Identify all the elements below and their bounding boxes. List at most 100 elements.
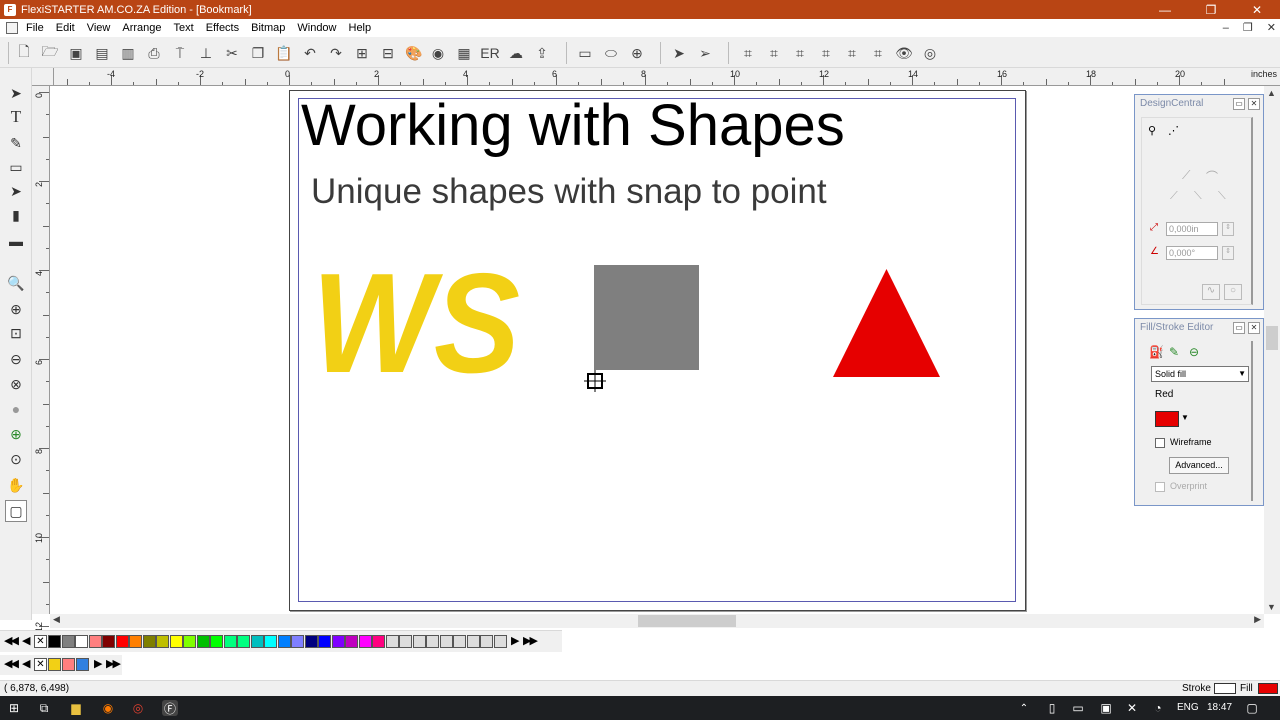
- usb-icon[interactable]: ▯: [1044, 700, 1060, 716]
- recent-color-swatch[interactable]: [62, 658, 75, 671]
- cloud-icon[interactable]: ☁: [506, 43, 526, 63]
- color-swatch[interactable]: [183, 635, 196, 648]
- pointer-tool-icon[interactable]: ➤: [5, 82, 27, 104]
- vertical-scrollbar[interactable]: ▲ ▼: [1264, 86, 1280, 614]
- menu-text[interactable]: Text: [168, 19, 200, 37]
- zoom-previous-icon[interactable]: ⊙: [5, 448, 27, 470]
- panel-minimize-button[interactable]: ▭: [1233, 98, 1245, 110]
- ellipse-shape-icon[interactable]: ⬭: [601, 43, 621, 63]
- panel-minimize-button[interactable]: ▭: [1233, 322, 1245, 334]
- snap-guides-icon[interactable]: ⌗: [764, 43, 784, 63]
- recent-prev-icon[interactable]: ◀: [22, 657, 31, 670]
- mdi-restore-button[interactable]: ❐: [1243, 19, 1253, 37]
- minimize-button[interactable]: —: [1142, 0, 1188, 19]
- vertical-ruler[interactable]: 0 2 4 6 8 10 12: [32, 86, 50, 632]
- battery-icon[interactable]: ▭: [1070, 700, 1086, 716]
- snap-points-icon[interactable]: ⌗: [816, 43, 836, 63]
- zoom-out-icon[interactable]: ⊖: [5, 348, 27, 370]
- production-icon[interactable]: ⊥: [196, 43, 216, 63]
- fill-bucket-icon[interactable]: ⛽: [1149, 345, 1164, 359]
- recent-first-icon[interactable]: ◀◀: [4, 657, 19, 670]
- pan-hand-icon[interactable]: ✋: [5, 474, 27, 496]
- color-swatch[interactable]: [129, 635, 142, 648]
- maximize-button[interactable]: ❐: [1188, 0, 1234, 19]
- scroll-up-icon[interactable]: ▲: [1267, 88, 1276, 98]
- color-grid-icon[interactable]: ▦: [454, 43, 474, 63]
- firefox-icon[interactable]: ◉: [100, 700, 116, 716]
- palette-last-icon[interactable]: ▶▶: [523, 634, 538, 647]
- color-swatch[interactable]: [75, 635, 88, 648]
- zoom-fit-icon[interactable]: ⊕: [5, 423, 27, 445]
- task-view-icon[interactable]: ⧉: [36, 700, 52, 716]
- print-icon[interactable]: ⎙: [144, 43, 164, 63]
- empty-swatch[interactable]: [493, 635, 507, 648]
- zoom-selection-icon[interactable]: ●: [5, 398, 27, 420]
- design-central-tab-icon[interactable]: ⚲: [1148, 124, 1156, 137]
- document-icon[interactable]: [6, 22, 18, 34]
- windows-start-icon[interactable]: ⊞: [6, 700, 22, 716]
- color-swatch[interactable]: [88, 635, 102, 648]
- subheading-text-object[interactable]: Unique shapes with snap to point: [311, 172, 827, 212]
- volume-icon[interactable]: ✕: [1124, 700, 1140, 716]
- design-central-node-tab-icon[interactable]: ⋰: [1168, 124, 1179, 137]
- color-swatch[interactable]: [115, 635, 129, 648]
- color-swatch[interactable]: [250, 635, 264, 648]
- red-triangle-shape[interactable]: [833, 269, 940, 377]
- color-palette-icon[interactable]: 🎨: [404, 43, 424, 63]
- recent-color-swatch[interactable]: [76, 658, 89, 671]
- color-swatch[interactable]: [102, 635, 115, 648]
- color-swatch[interactable]: [61, 635, 75, 648]
- menu-bitmap[interactable]: Bitmap: [245, 19, 291, 37]
- scroll-down-icon[interactable]: ▼: [1267, 602, 1276, 612]
- tray-chevron-up-icon[interactable]: ⌃: [1016, 700, 1032, 716]
- scroll-right-icon[interactable]: ▶: [1254, 614, 1261, 625]
- text-tool-icon[interactable]: T: [5, 106, 27, 128]
- color-swatch[interactable]: [156, 635, 169, 648]
- length-spinner[interactable]: ⇕: [1222, 222, 1234, 236]
- mdi-close-button[interactable]: ✕: [1267, 19, 1276, 37]
- menu-window[interactable]: Window: [291, 19, 342, 37]
- show-hide-icon[interactable]: 👁: [894, 43, 914, 63]
- no-color-swatch[interactable]: ✕: [34, 635, 47, 648]
- snap-target-icon[interactable]: ⊕: [627, 43, 647, 63]
- zoom-tool-icon[interactable]: 🔍: [5, 272, 27, 294]
- color-swatch[interactable]: [345, 635, 358, 648]
- paste-icon[interactable]: 📋: [274, 43, 294, 63]
- undo-icon[interactable]: ↶: [300, 43, 320, 63]
- angle-spinner[interactable]: ⇕: [1222, 246, 1234, 260]
- color-separations-icon[interactable]: ◉: [428, 43, 448, 63]
- ungroup-icon[interactable]: ⊟: [378, 43, 398, 63]
- empty-swatch[interactable]: [399, 635, 412, 648]
- menu-edit[interactable]: Edit: [50, 19, 81, 37]
- cloud-upload-icon[interactable]: ⇪: [532, 43, 552, 63]
- color-swatch[interactable]: [48, 635, 61, 648]
- import-icon[interactable]: ▥: [118, 43, 138, 63]
- ruler-corner[interactable]: [32, 68, 54, 86]
- language-indicator[interactable]: ENG: [1177, 702, 1199, 713]
- palette-first-icon[interactable]: ◀◀: [4, 634, 19, 647]
- horizontal-scroll-thumb[interactable]: [638, 615, 736, 627]
- empty-swatch[interactable]: [385, 635, 399, 648]
- recent-next-icon[interactable]: ▶: [94, 657, 103, 670]
- eyedropper-tool-icon[interactable]: ▢: [5, 500, 27, 522]
- color-dropdown-icon[interactable]: ▼: [1181, 413, 1189, 422]
- cut-icon[interactable]: ✂: [222, 43, 242, 63]
- curve-icon[interactable]: ∿: [1202, 284, 1220, 300]
- advanced-button[interactable]: Advanced...: [1169, 457, 1229, 474]
- circle-icon[interactable]: ○: [1224, 284, 1242, 300]
- empty-swatch[interactable]: [439, 635, 453, 648]
- stroke-pen-icon[interactable]: ✎: [1169, 345, 1179, 359]
- color-swatch[interactable]: [223, 635, 237, 648]
- color-swatch[interactable]: [196, 635, 210, 648]
- snap-grid-icon[interactable]: ⌗: [738, 43, 758, 63]
- color-swatch[interactable]: [277, 635, 291, 648]
- empty-swatch[interactable]: [412, 635, 426, 648]
- heading-text-object[interactable]: Working with Shapes: [301, 92, 845, 159]
- fill-swatch[interactable]: [1258, 683, 1278, 694]
- ws-logo-shape[interactable]: WS: [310, 262, 522, 378]
- measure-tool-icon[interactable]: ▬: [5, 230, 27, 252]
- mdi-minimize-button[interactable]: –: [1223, 19, 1229, 37]
- wireframe-checkbox[interactable]: [1155, 438, 1165, 448]
- overprint-checkbox[interactable]: [1155, 482, 1165, 492]
- save-icon[interactable]: ▣: [66, 43, 86, 63]
